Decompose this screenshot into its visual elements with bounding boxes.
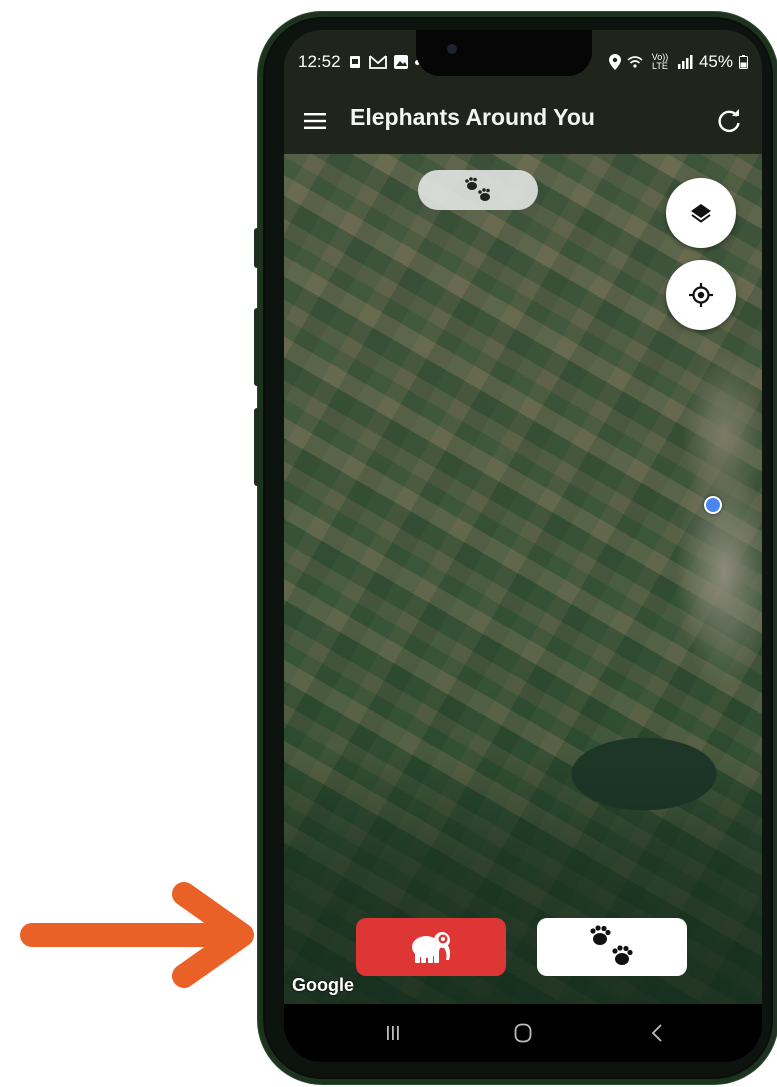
satellite-map[interactable]: Google [284,154,762,1004]
elephant-icon [412,932,450,963]
signal-icon [677,55,693,69]
home-button[interactable] [506,1018,540,1048]
home-icon [514,1023,532,1043]
phone-screen: 12:52 Vo)) LTE 45% Elephants Around You [284,30,762,1062]
refresh-icon[interactable] [714,106,744,136]
network-type-label: Vo)) LTE [651,52,669,71]
map-layers-button[interactable] [666,178,736,248]
volume-down-button [254,408,260,486]
status-time: 12:52 [298,52,341,71]
page-title: Elephants Around You [350,104,595,130]
battery-percent: 45% [698,52,733,71]
back-button[interactable] [640,1018,674,1048]
layers-icon [691,204,711,223]
app-bar: Elephants Around You [284,90,762,154]
status-bar: 12:52 Vo)) LTE 45% [284,30,762,90]
paw-prints-icon [465,177,490,201]
paw-prints-icon [590,925,633,965]
status-right: Vo)) LTE 45% [608,52,748,72]
current-location-dot [704,496,722,514]
hamburger-menu-icon[interactable] [302,108,328,134]
sim-icon [349,56,360,68]
paw-tracks-button[interactable] [537,918,687,976]
gallery-icon [393,55,408,69]
system-nav-bar [284,1004,762,1062]
elephant-sighting-button[interactable] [356,918,506,976]
wifi-icon [627,56,643,68]
my-location-button[interactable] [666,260,736,330]
battery-icon [739,55,748,69]
mute-switch [254,228,260,268]
front-camera-icon [447,44,457,54]
recent-apps-button[interactable] [376,1018,410,1048]
google-attribution: Google [292,975,354,995]
my-location-icon [689,283,713,307]
back-icon [651,1024,662,1042]
camera-notch [416,30,592,76]
annotation-arrow [20,882,254,988]
status-left: 12:52 [298,52,420,72]
recent-apps-icon [387,1026,399,1040]
gmail-icon [368,55,387,69]
paw-tracks-toggle[interactable] [418,170,538,210]
volume-up-button [254,308,260,386]
location-pin-icon [608,54,621,70]
